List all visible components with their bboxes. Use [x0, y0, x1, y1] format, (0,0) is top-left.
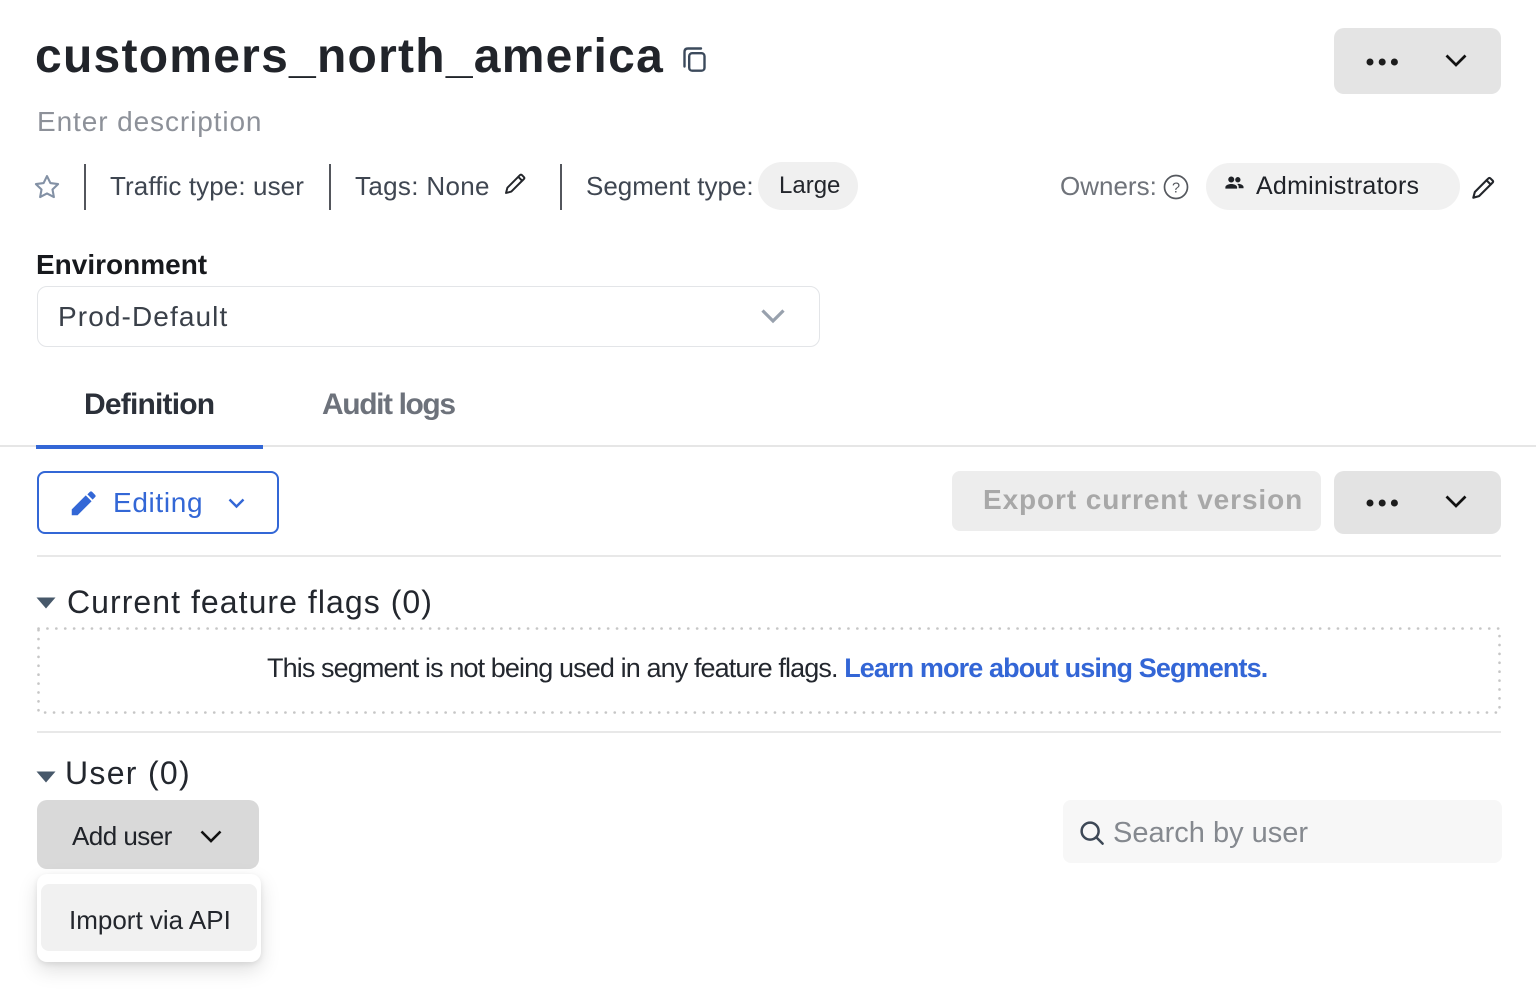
svg-text:?: ?	[1172, 180, 1180, 196]
